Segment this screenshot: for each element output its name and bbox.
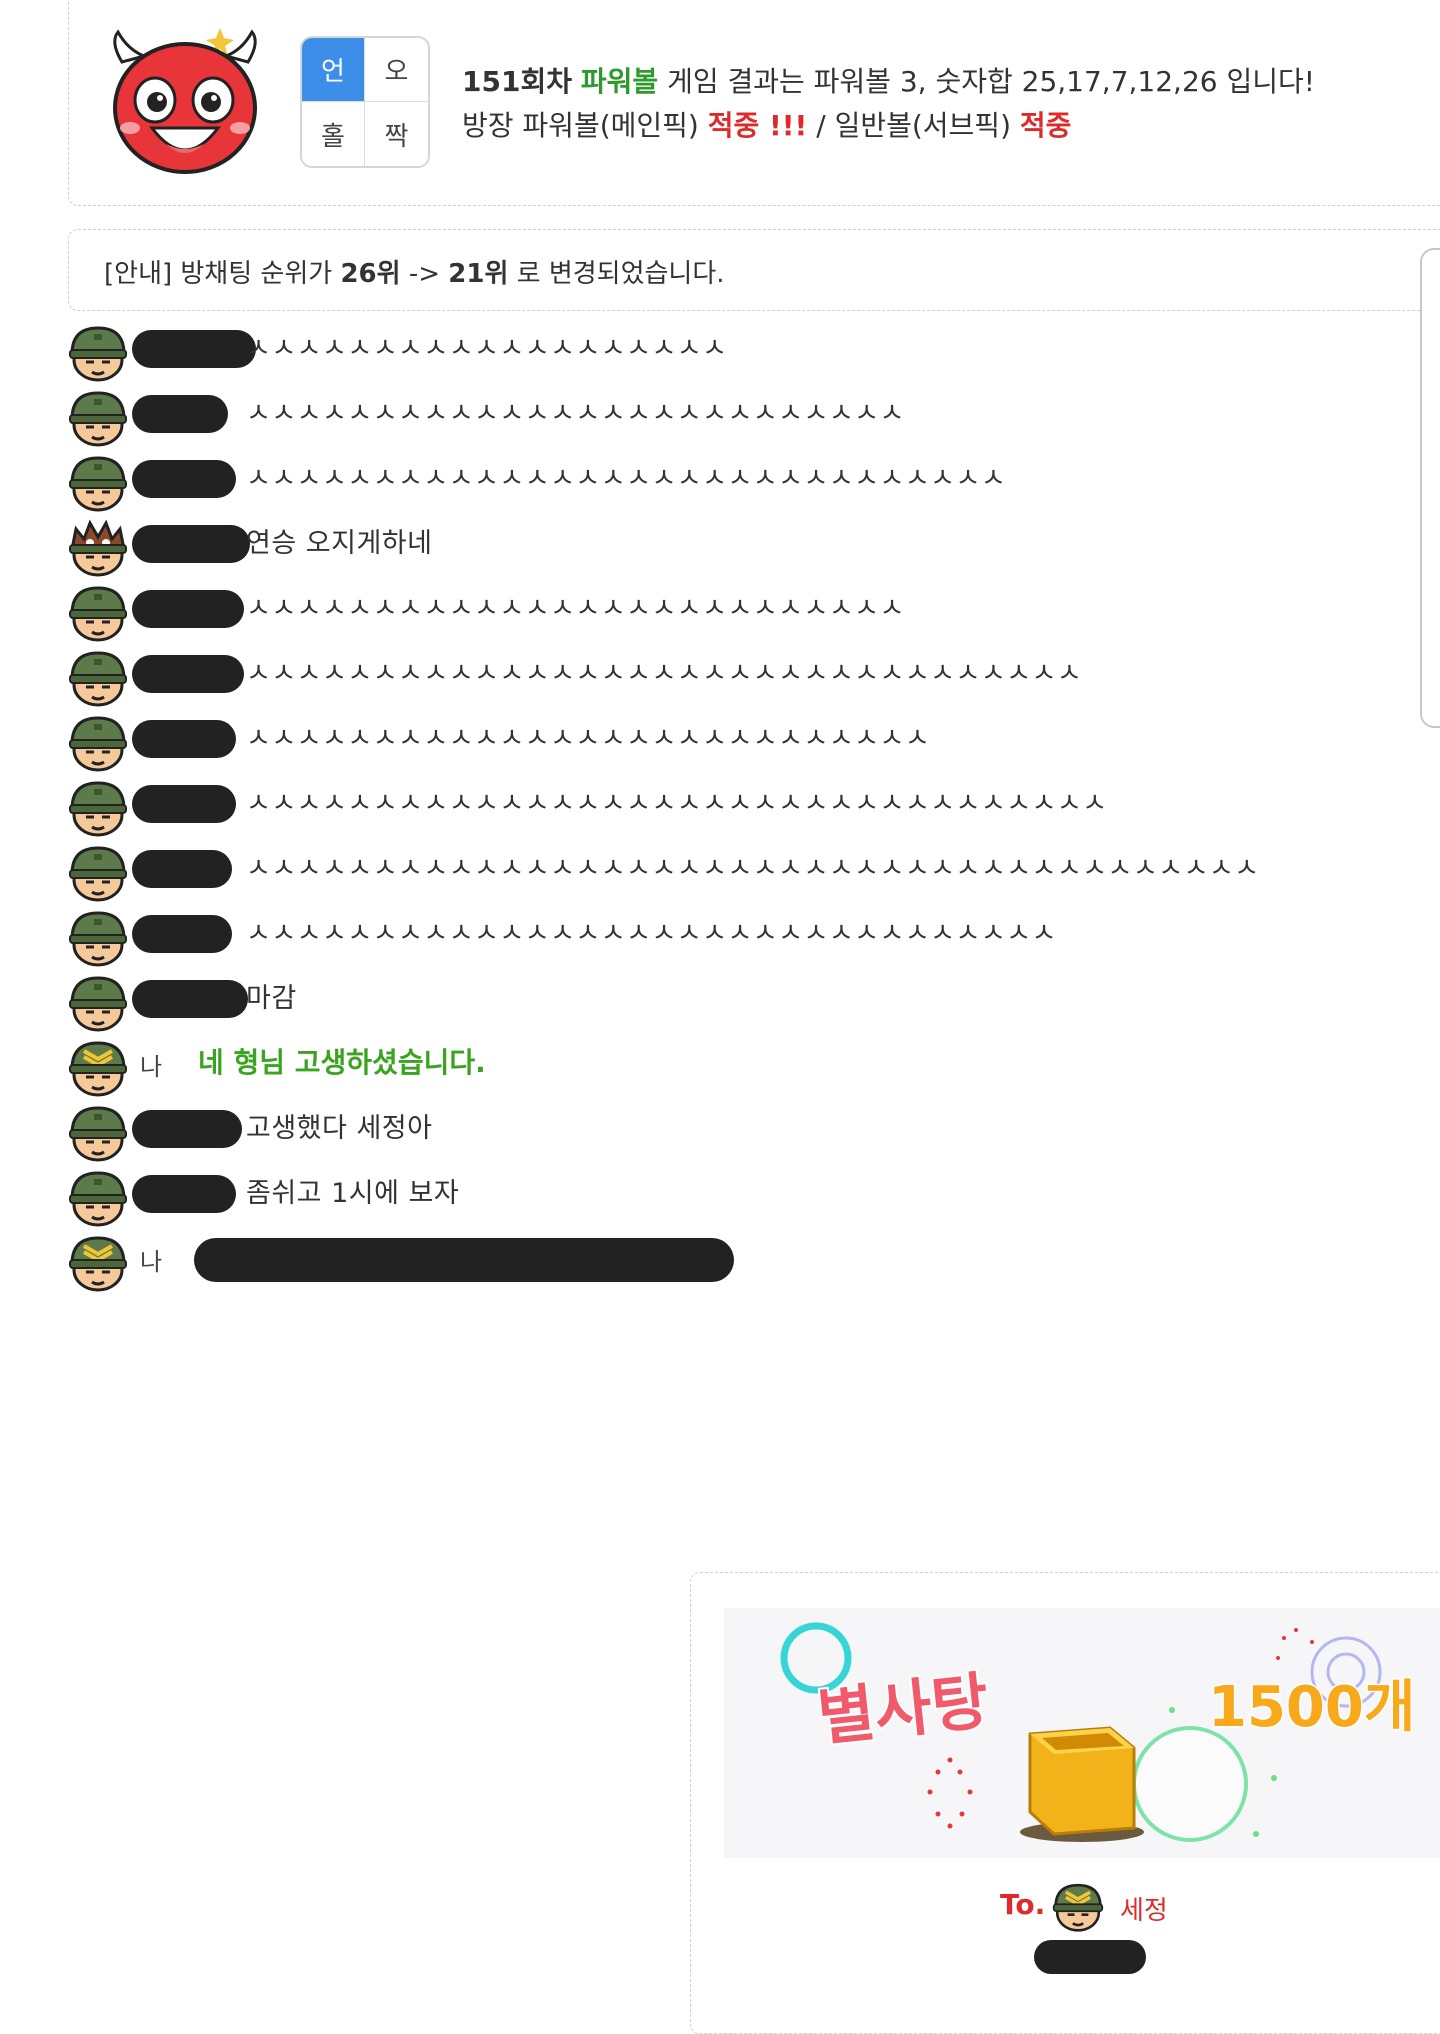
redacted-username[interactable] [132,395,228,433]
chat-message-row: ㅅㅅㅅㅅㅅㅅㅅㅅㅅㅅㅅㅅㅅㅅㅅㅅㅅㅅㅅ [66,318,1366,382]
chat-message-text: 마감 [246,983,297,1014]
soldier-icon[interactable] [66,907,130,967]
gift-count: 1500개 [1208,1675,1415,1740]
notice-from-rank: 26위 [340,259,401,289]
chat-message-text: ㅅㅅㅅㅅㅅㅅㅅㅅㅅㅅㅅㅅㅅㅅㅅㅅㅅㅅㅅㅅㅅㅅㅅㅅㅅㅅ [246,398,905,429]
chat-message-text: ㅅㅅㅅㅅㅅㅅㅅㅅㅅㅅㅅㅅㅅㅅㅅㅅㅅㅅㅅㅅㅅㅅㅅㅅㅅㅅㅅ [246,723,931,754]
chat-message-text: ㅅㅅㅅㅅㅅㅅㅅㅅㅅㅅㅅㅅㅅㅅㅅㅅㅅㅅㅅㅅㅅㅅㅅㅅㅅㅅㅅㅅㅅㅅ [246,463,1007,494]
rank-notice: [안내] 방채팅 순위가 26위 -> 21위 로 변경되었습니다. [104,253,725,290]
soldier-icon[interactable] [66,647,130,707]
host-pick-status: 적중 !!! [707,109,808,142]
chat-message-row: 나 [66,1228,1366,1292]
chat-message-row: ㅅㅅㅅㅅㅅㅅㅅㅅㅅㅅㅅㅅㅅㅅㅅㅅㅅㅅㅅㅅㅅㅅㅅㅅㅅㅅㅅㅅㅅㅅㅅㅅㅅㅅ [66,773,1366,837]
redacted-username[interactable] [132,1110,242,1148]
chat-message-text: ㅅㅅㅅㅅㅅㅅㅅㅅㅅㅅㅅㅅㅅㅅㅅㅅㅅㅅㅅㅅㅅㅅㅅㅅㅅㅅㅅㅅㅅㅅㅅㅅㅅㅅㅅㅅㅅㅅㅅㅅ [246,853,1260,884]
redacted-username[interactable] [132,980,248,1018]
redacted-username[interactable] [132,525,250,563]
sergeant-icon[interactable] [66,1232,130,1292]
chat-message-text: 고생했다 세정아 [246,1113,433,1144]
chat-message-text: ㅅㅅㅅㅅㅅㅅㅅㅅㅅㅅㅅㅅㅅㅅㅅㅅㅅㅅㅅㅅㅅㅅㅅㅅㅅㅅㅅㅅㅅㅅㅅㅅ [246,918,1057,949]
redacted-username[interactable] [132,460,236,498]
chat-message-text: ㅅㅅㅅㅅㅅㅅㅅㅅㅅㅅㅅㅅㅅㅅㅅㅅㅅㅅㅅㅅㅅㅅㅅㅅㅅㅅ [246,593,905,624]
soldier-icon[interactable] [66,452,130,512]
chat-message-row: 고생했다 세정아 [66,1098,1366,1162]
notice-arrow: -> [408,259,440,289]
redacted-username[interactable] [132,590,244,628]
chat-message-text: ㅅㅅㅅㅅㅅㅅㅅㅅㅅㅅㅅㅅㅅㅅㅅㅅㅅㅅㅅㅅㅅㅅㅅㅅㅅㅅㅅㅅㅅㅅㅅㅅㅅ [246,658,1083,689]
chat-message-text: 좀쉬고 1시에 보자 [246,1178,460,1209]
chat-message-row: ㅅㅅㅅㅅㅅㅅㅅㅅㅅㅅㅅㅅㅅㅅㅅㅅㅅㅅㅅㅅㅅㅅㅅㅅㅅㅅ [66,578,1366,642]
redacted-username[interactable] [132,655,244,693]
devil-mascot-icon [113,28,257,174]
gift-recipient-name[interactable]: 세정 [1120,1890,1168,1927]
normal-pick-label: 일반볼(서브픽) [834,109,1011,142]
redacted-username[interactable] [132,330,256,368]
sergeant-icon [1052,1883,1104,1932]
result-line: 151회차 파워볼 게임 결과는 파워볼 3, 숫자합 25,17,7,12,2… [462,60,1315,100]
host-pick-label: 방장 파워볼(메인픽) [462,109,699,142]
chat-message-row: ㅅㅅㅅㅅㅅㅅㅅㅅㅅㅅㅅㅅㅅㅅㅅㅅㅅㅅㅅㅅㅅㅅㅅㅅㅅㅅㅅㅅㅅㅅㅅㅅㅅ [66,643,1366,707]
scrollbar-thumb[interactable] [1420,248,1440,728]
soldier-icon[interactable] [66,322,130,382]
soldier-icon[interactable] [66,387,130,447]
normal-pick-status: 적중 [1019,109,1072,142]
soldier-icon[interactable] [66,1167,130,1227]
pick-cell-over: 오 [365,38,428,102]
gift-recipient: To. 세정 [1000,1880,1300,1932]
star-candy-gift-image: 별사탕 1500개 [724,1608,1440,1858]
spiky-helmet-icon[interactable] [66,517,130,577]
redacted-username[interactable] [132,850,232,888]
pick-cell-unover: 언 [302,38,365,102]
chat-message-text: ㅅㅅㅅㅅㅅㅅㅅㅅㅅㅅㅅㅅㅅㅅㅅㅅㅅㅅㅅㅅㅅㅅㅅㅅㅅㅅㅅㅅㅅㅅㅅㅅㅅㅅ [246,788,1108,819]
notice-suffix: 로 변경되었습니다. [516,259,725,289]
sergeant-icon[interactable] [66,1037,130,1097]
notice-prefix: [안내] 방채팅 순위가 [104,259,333,289]
chat-message-row: 연승 오지게하네 [66,513,1366,577]
chat-message-row: 좀쉬고 1시에 보자 [66,1163,1366,1227]
redacted-username[interactable] [132,720,236,758]
pick-cell-even: 짝 [384,121,409,152]
pick-grid: 언 오 홀 짝 [300,36,430,168]
soldier-icon[interactable] [66,842,130,902]
soldier-icon[interactable] [66,972,130,1032]
separator: / [816,109,826,142]
chat-message-row: ㅅㅅㅅㅅㅅㅅㅅㅅㅅㅅㅅㅅㅅㅅㅅㅅㅅㅅㅅㅅㅅㅅㅅㅅㅅㅅㅅㅅㅅㅅㅅㅅㅅㅅㅅㅅㅅㅅㅅㅅ [66,838,1366,902]
chat-message-text: ㅅㅅㅅㅅㅅㅅㅅㅅㅅㅅㅅㅅㅅㅅㅅㅅㅅㅅㅅ [246,333,728,364]
redacted-message [194,1238,734,1282]
my-message-text: 네 형님 고생하셨습니다. [198,1046,486,1079]
pick-cell-odd: 홀 [302,102,365,166]
pick-result-line: 방장 파워볼(메인픽) 적중 !!! / 일반볼(서브픽) 적중 [462,104,1071,144]
gift-to-label: To. [1000,1888,1046,1921]
my-name-label: 나 [140,1248,163,1276]
notice-to-rank: 21위 [448,259,509,289]
soldier-icon[interactable] [66,1102,130,1162]
soldier-icon[interactable] [66,777,130,837]
chat-message-row: ㅅㅅㅅㅅㅅㅅㅅㅅㅅㅅㅅㅅㅅㅅㅅㅅㅅㅅㅅㅅㅅㅅㅅㅅㅅㅅㅅㅅㅅㅅㅅㅅ [66,903,1366,967]
game-name: 파워볼 [580,65,659,98]
chat-message-row: ㅅㅅㅅㅅㅅㅅㅅㅅㅅㅅㅅㅅㅅㅅㅅㅅㅅㅅㅅㅅㅅㅅㅅㅅㅅㅅㅅㅅㅅㅅ [66,448,1366,512]
chat-message-row: 나 네 형님 고생하셨습니다. [66,1033,1366,1097]
soldier-icon[interactable] [66,582,130,642]
soldier-icon[interactable] [66,712,130,772]
chat-message-row: 마감 [66,968,1366,1032]
round-number: 151회차 [462,65,572,98]
chat-message-text: 연승 오지게하네 [246,528,433,559]
chat-message-row: ㅅㅅㅅㅅㅅㅅㅅㅅㅅㅅㅅㅅㅅㅅㅅㅅㅅㅅㅅㅅㅅㅅㅅㅅㅅㅅㅅ [66,708,1366,772]
redacted-sender [1034,1940,1146,1974]
redacted-username[interactable] [132,915,232,953]
my-name-label: 나 [140,1053,163,1081]
chat-message-row: ㅅㅅㅅㅅㅅㅅㅅㅅㅅㅅㅅㅅㅅㅅㅅㅅㅅㅅㅅㅅㅅㅅㅅㅅㅅㅅ [66,383,1366,447]
redacted-username[interactable] [132,1175,236,1213]
result-text: 게임 결과는 파워볼 3, 숫자합 25,17,7,12,26 입니다! [667,65,1315,98]
result-card [68,0,1440,206]
redacted-username[interactable] [132,785,236,823]
